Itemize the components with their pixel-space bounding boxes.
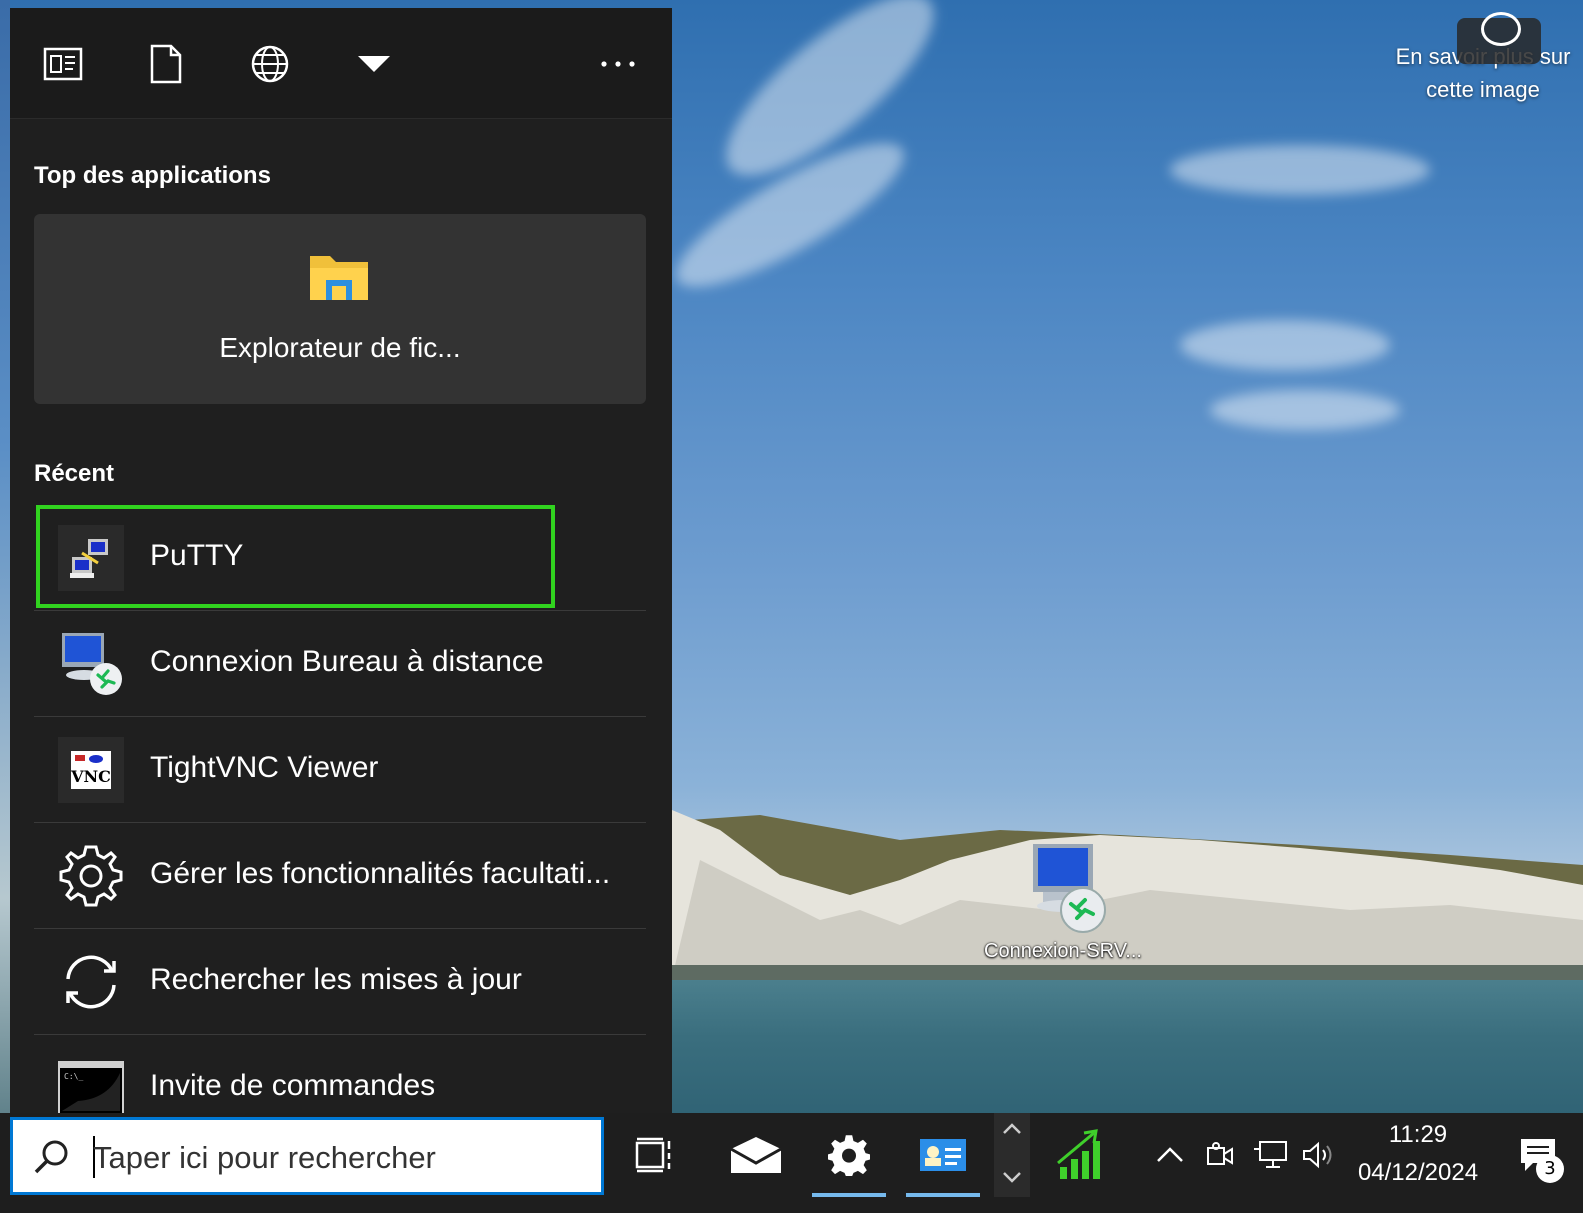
- top-apps-heading: Top des applications: [34, 162, 271, 189]
- gear-icon: [58, 843, 124, 909]
- selection-highlight: [36, 505, 555, 608]
- wallpaper-cloud: [1170, 145, 1430, 195]
- recent-item-putty[interactable]: PuTTY: [34, 505, 646, 611]
- remote-desktop-icon: [1033, 844, 1106, 933]
- wallpaper-cloud: [1210, 390, 1400, 430]
- top-app-file-explorer[interactable]: Explorateur de fic...: [34, 214, 646, 404]
- active-indicator: [812, 1193, 886, 1197]
- recent-item-label: Connexion Bureau à distance: [150, 645, 544, 678]
- notification-badge: 3: [1536, 1155, 1564, 1183]
- document-icon: [150, 44, 182, 84]
- globe-icon: [251, 45, 289, 83]
- chevron-up-icon: [1157, 1147, 1183, 1162]
- wallpaper-cloud: [1180, 320, 1390, 370]
- taskbar-app-contact[interactable]: [906, 1113, 980, 1197]
- recent-item-label: Gérer les fonctionnalités facultati...: [150, 857, 611, 890]
- clock-date[interactable]: 04/12/2024: [1348, 1159, 1488, 1187]
- news-button[interactable]: [39, 40, 87, 88]
- top-app-label: Explorateur de fic...: [219, 332, 461, 363]
- document-button[interactable]: [142, 40, 190, 88]
- search-input[interactable]: Taper ici pour rechercher: [10, 1117, 604, 1195]
- taskbar-mail[interactable]: [720, 1113, 792, 1197]
- camera-icon: [1207, 1142, 1233, 1165]
- recent-heading: Récent: [34, 460, 115, 487]
- tightvnc-icon: VNC: [58, 737, 124, 803]
- recent-item-command-prompt[interactable]: C:\_ Invite de commandes: [34, 1035, 646, 1118]
- chevron-down-icon: [1003, 1172, 1021, 1183]
- wallpaper-info-link[interactable]: En savoir plus sur cette image: [1383, 12, 1583, 106]
- recent-item-remote-desktop[interactable]: Connexion Bureau à distance: [34, 611, 646, 717]
- active-indicator: [906, 1193, 980, 1197]
- show-hidden-icons-button[interactable]: [1150, 1113, 1190, 1197]
- refresh-icon: [58, 949, 124, 1015]
- search-placeholder: Taper ici pour rechercher: [93, 1140, 436, 1175]
- signal-chart-icon: [1057, 1129, 1100, 1179]
- tray-network[interactable]: [1248, 1113, 1292, 1197]
- task-view-button[interactable]: [630, 1113, 680, 1197]
- mail-icon: [730, 1137, 782, 1173]
- taskbar-scroll[interactable]: [994, 1113, 1030, 1197]
- task-view-icon: [635, 1137, 671, 1173]
- remote-desktop-icon: [58, 631, 124, 697]
- search-icon: [34, 1140, 68, 1174]
- start-menu: Top des applications Explorateur de fic.…: [10, 8, 672, 1118]
- taskbar-network-monitor[interactable]: [1048, 1113, 1112, 1197]
- cmd-icon: C:\_: [58, 1055, 124, 1118]
- clock-time[interactable]: 11:29: [1348, 1121, 1488, 1149]
- more-options-button[interactable]: [594, 40, 642, 88]
- more-icon: [601, 61, 635, 67]
- recent-item-label: Rechercher les mises à jour: [150, 963, 522, 996]
- recent-item-windows-update[interactable]: Rechercher les mises à jour: [34, 929, 646, 1035]
- tray-meet-now[interactable]: [1200, 1113, 1240, 1197]
- recent-item-label: TightVNC Viewer: [150, 751, 379, 784]
- filter-dropdown-button[interactable]: [350, 40, 398, 88]
- wallpaper-edge: [0, 0, 10, 1123]
- recent-list: PuTTY Connexion Bureau à distance VNC Ti…: [34, 505, 646, 1118]
- web-button[interactable]: [246, 40, 294, 88]
- speaker-icon: [1303, 1141, 1332, 1169]
- action-center-button[interactable]: [1512, 1113, 1564, 1197]
- desktop-shortcut-connexion-srv[interactable]: Connexion-SRV...: [968, 840, 1158, 963]
- svg-text:C:\_: C:\_: [64, 1072, 83, 1081]
- svg-text:VNC: VNC: [70, 767, 111, 786]
- recent-item-tightvnc[interactable]: VNC TightVNC Viewer: [34, 717, 646, 823]
- dropdown-icon: [358, 56, 390, 72]
- camera-icon: [1457, 12, 1541, 64]
- taskbar: Taper ici pour rechercher 11:29 04/12/20…: [0, 1113, 1583, 1213]
- chevron-up-icon: [1003, 1123, 1021, 1134]
- taskbar-settings[interactable]: [812, 1113, 886, 1197]
- folder-icon: [310, 256, 368, 300]
- start-menu-toolbar: [10, 8, 672, 119]
- desktop-shortcut-label: Connexion-SRV...: [984, 940, 1142, 962]
- network-icon: [1254, 1141, 1287, 1168]
- recent-item-label: Invite de commandes: [150, 1069, 436, 1102]
- tray-volume[interactable]: [1298, 1113, 1340, 1197]
- news-icon: [43, 47, 83, 81]
- contact-card-icon: [920, 1139, 966, 1171]
- gear-icon: [828, 1135, 870, 1176]
- recent-item-optional-features[interactable]: Gérer les fonctionnalités facultati...: [34, 823, 646, 929]
